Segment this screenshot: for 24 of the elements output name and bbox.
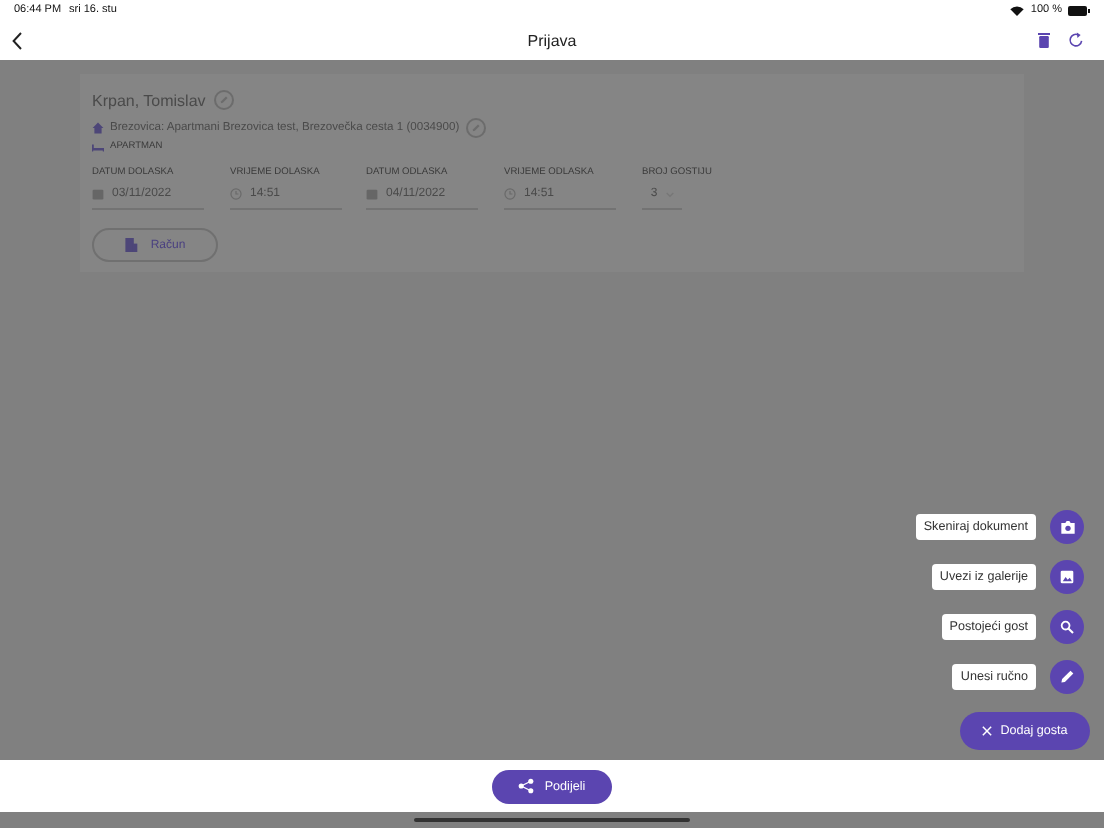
camera-icon [1059, 520, 1075, 534]
image-icon [1060, 570, 1074, 584]
guest-name: Krpan, Tomislav [92, 91, 206, 109]
close-icon [982, 726, 993, 736]
camera-button[interactable] [1050, 510, 1084, 544]
back-icon[interactable] [12, 31, 22, 49]
bed-icon [92, 143, 104, 151]
calendar-icon [92, 188, 104, 200]
receipt-icon [124, 238, 139, 252]
refresh-icon[interactable] [1068, 32, 1084, 48]
battery-icon [1068, 5, 1090, 15]
gallery-button[interactable] [1050, 560, 1084, 594]
search-icon [1060, 620, 1074, 634]
house-icon [92, 122, 104, 134]
page-title: Prijava [527, 31, 577, 49]
pencil-icon [1060, 670, 1074, 684]
search-button[interactable] [1050, 610, 1084, 644]
wifi-icon [1010, 5, 1025, 15]
edit-button[interactable] [1050, 660, 1084, 694]
clock-icon [230, 188, 242, 200]
clock-icon [504, 188, 516, 200]
trash-icon[interactable] [1038, 32, 1050, 48]
calendar-icon [366, 188, 378, 200]
share-icon [518, 778, 535, 794]
